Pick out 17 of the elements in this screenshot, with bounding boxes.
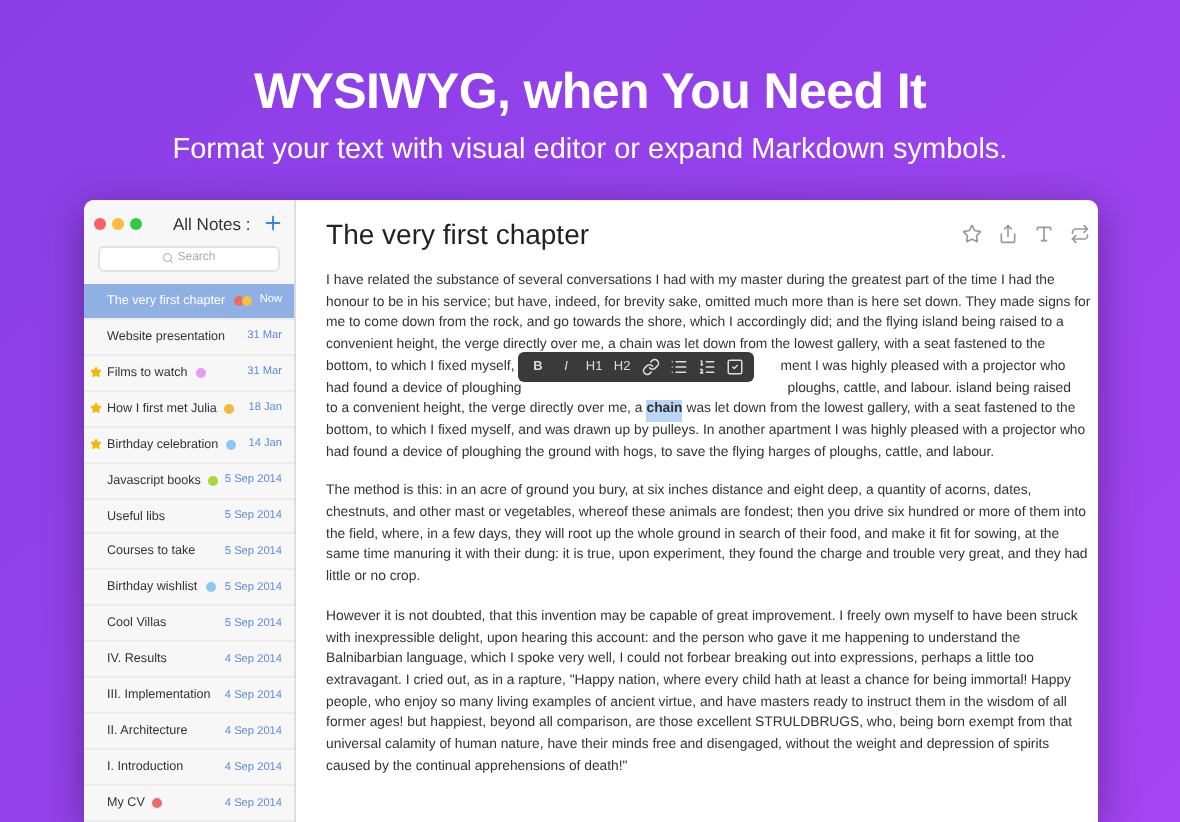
- share-icon[interactable]: [998, 224, 1019, 244]
- checkbox-icon: [725, 358, 744, 376]
- minimize-button[interactable]: [111, 217, 123, 230]
- subheadline: Format your text with visual editor or expand Markdown symbols.: [172, 134, 1008, 166]
- add-icon[interactable]: [262, 212, 285, 235]
- bullet-list-icon: [669, 358, 688, 376]
- star-icon[interactable]: [962, 224, 983, 244]
- search-icon: [161, 252, 174, 265]
- font-icon[interactable]: [1034, 224, 1055, 244]
- close-button[interactable]: [93, 217, 105, 230]
- notes-filter-title[interactable]: All Notes :: [173, 213, 251, 234]
- link-icon: [641, 358, 660, 376]
- repeat-icon[interactable]: [1070, 224, 1091, 244]
- headline: WYSIWYG, when You Need It: [253, 64, 927, 122]
- numbered-list-icon: [697, 358, 716, 376]
- zoom-button[interactable]: [129, 217, 141, 230]
- note-heading: The very first chapter: [326, 218, 590, 250]
